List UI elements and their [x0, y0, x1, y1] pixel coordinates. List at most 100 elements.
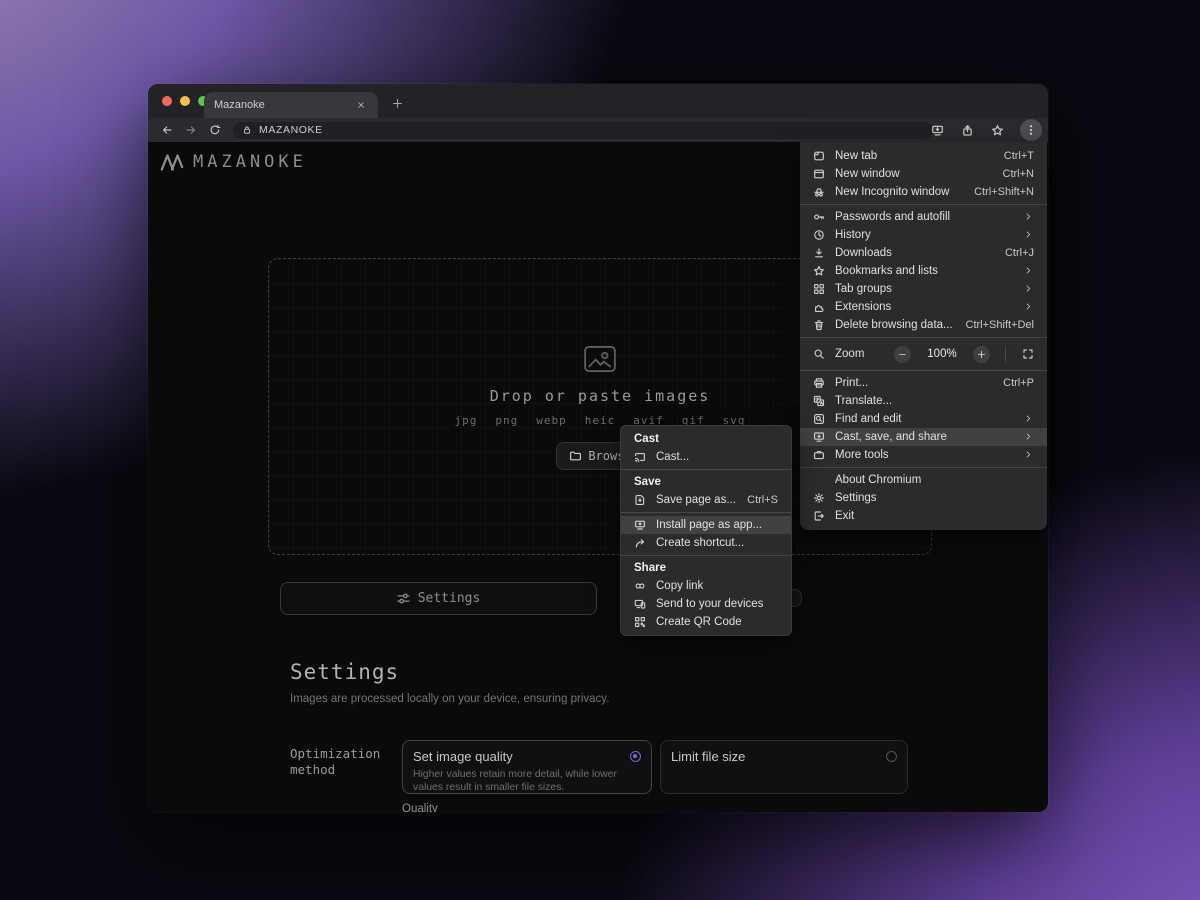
qr-icon: [633, 616, 646, 629]
menu-separator: [800, 467, 1047, 468]
submenu-section-header: Save: [621, 473, 791, 491]
mazanoke-logo-icon: [160, 154, 184, 171]
menu-item-label: About Chromium: [835, 474, 1034, 486]
menu-item-label: Exit: [835, 510, 1034, 522]
menu-item-delete-browsing-data[interactable]: Delete browsing data...Ctrl+Shift+Del: [800, 316, 1047, 334]
menu-item-label: New window: [835, 168, 993, 180]
zoom-divider: [1005, 346, 1006, 362]
link-icon: [633, 580, 646, 593]
settings-toggle-label: Settings: [418, 591, 481, 606]
more-tools-icon: [812, 449, 825, 462]
menu-item-more-tools[interactable]: More tools: [800, 446, 1047, 464]
download-icon: [812, 247, 825, 260]
menu-item-shortcut: Ctrl+J: [1005, 247, 1034, 259]
toolbar-actions: [930, 118, 1042, 142]
menu-item-downloads[interactable]: Downloads Ctrl+J: [800, 244, 1047, 262]
star-icon: [812, 265, 825, 278]
menu-item-label: Delete browsing data...: [835, 319, 956, 331]
browser-toolbar: MAZANOKE: [148, 118, 1048, 142]
settings-subtitle: Images are processed locally on your dev…: [290, 693, 609, 705]
menu-item-cast-save-and-share[interactable]: Cast, save, and share: [800, 428, 1047, 446]
menu-item-shortcut: Ctrl+S: [747, 494, 778, 506]
share-icon[interactable]: [960, 123, 975, 138]
menu-item-label: Settings: [835, 492, 1034, 504]
site-logo: MAZANOKE: [160, 152, 307, 172]
menu-item-label: Cast...: [656, 451, 778, 463]
address-bar[interactable]: MAZANOKE: [233, 122, 933, 139]
forward-button[interactable]: [183, 123, 198, 138]
brand-name: MAZANOKE: [193, 152, 307, 172]
menu-item-new-incognito-window[interactable]: New Incognito windowCtrl+Shift+N: [800, 183, 1047, 201]
menu-item-find-and-edit[interactable]: Find and edit: [800, 410, 1047, 428]
menu-item-history[interactable]: History: [800, 226, 1047, 244]
fullscreen-icon[interactable]: [1021, 348, 1034, 361]
install-app-icon[interactable]: [930, 123, 945, 138]
menu-item-passwords-and-autofill[interactable]: Passwords and autofill: [800, 208, 1047, 226]
option-card-set-image-quality[interactable]: Set image qualityHigher values retain mo…: [402, 740, 652, 794]
minimize-window-button[interactable]: [180, 96, 190, 106]
blank-icon: [812, 474, 825, 487]
menu-item-label: Print...: [835, 377, 993, 389]
menu-item-extensions[interactable]: Extensions: [800, 298, 1047, 316]
menu-item-label: Create shortcut...: [656, 537, 778, 549]
bookmark-star-icon[interactable]: [990, 123, 1005, 138]
tab-close-icon[interactable]: [354, 98, 368, 112]
settings-toggle-button[interactable]: Settings: [280, 582, 597, 615]
cast-share-icon: [812, 431, 825, 444]
zoom-in-button[interactable]: [973, 346, 990, 363]
menu-item-send-to-your-devices[interactable]: Send to your devices: [621, 595, 791, 613]
menu-item-shortcut: Ctrl+P: [1003, 377, 1034, 389]
devices-icon: [633, 598, 646, 611]
optimization-method-label: Optimization method: [290, 746, 402, 779]
menu-item-create-shortcut[interactable]: Create shortcut...: [621, 534, 791, 552]
lock-icon[interactable]: [242, 125, 252, 135]
sliders-icon: [397, 592, 410, 605]
menu-item-translate[interactable]: Translate...: [800, 392, 1047, 410]
new-tab-button[interactable]: [388, 94, 406, 112]
format-chip: heic: [585, 414, 616, 427]
browser-menu-button[interactable]: [1020, 119, 1042, 141]
radio-selected[interactable]: [630, 751, 641, 762]
print-icon: [812, 377, 825, 390]
menu-item-copy-link[interactable]: Copy link: [621, 577, 791, 595]
menu-item-zoom[interactable]: Zoom100%: [800, 341, 1047, 367]
optimization-options: Set image qualityHigher values retain mo…: [402, 740, 908, 794]
menu-item-tab-groups[interactable]: Tab groups: [800, 280, 1047, 298]
menu-item-shortcut: Ctrl+T: [1004, 150, 1034, 162]
option-title: Set image quality: [413, 749, 513, 764]
menu-item-print[interactable]: Print... Ctrl+P: [800, 374, 1047, 392]
menu-item-exit[interactable]: Exit: [800, 507, 1047, 525]
menu-item-bookmarks-and-lists[interactable]: Bookmarks and lists: [800, 262, 1047, 280]
menu-item-save-page-as[interactable]: Save page as...Ctrl+S: [621, 491, 791, 509]
folder-icon: [568, 449, 581, 462]
menu-item-label: Cast, save, and share: [835, 431, 1014, 443]
menu-item-create-qr-code[interactable]: Create QR Code: [621, 613, 791, 631]
image-icon: [583, 344, 617, 379]
browser-tab[interactable]: Mazanoke: [204, 92, 378, 118]
cast-save-share-submenu: CastCast...SaveSave page as...Ctrl+SInst…: [620, 425, 792, 636]
radio-unselected[interactable]: [886, 751, 897, 762]
tab-title: Mazanoke: [214, 99, 354, 111]
reload-button[interactable]: [207, 123, 222, 138]
option-card-limit-file-size[interactable]: Limit file size: [660, 740, 908, 794]
menu-separator: [800, 204, 1047, 205]
menu-item-new-tab[interactable]: New tabCtrl+T: [800, 147, 1047, 165]
menu-item-label: Bookmarks and lists: [835, 265, 1014, 277]
menu-item-about-chromium[interactable]: About Chromium: [800, 471, 1047, 489]
chevron-right-icon: [1024, 450, 1034, 460]
chevron-right-icon: [1024, 432, 1034, 442]
menu-item-new-window[interactable]: New windowCtrl+N: [800, 165, 1047, 183]
quality-label: Quality: [402, 803, 438, 812]
menu-item-label: Tab groups: [835, 283, 1014, 295]
close-window-button[interactable]: [162, 96, 172, 106]
install-icon: [633, 519, 646, 532]
chevron-right-icon: [1024, 212, 1034, 222]
menu-item-label: Downloads: [835, 247, 995, 259]
history-icon: [812, 229, 825, 242]
menu-item-label: Zoom: [835, 348, 884, 360]
menu-item-settings[interactable]: Settings: [800, 489, 1047, 507]
zoom-out-button[interactable]: [894, 346, 911, 363]
menu-item-install-page-as-app[interactable]: Install page as app...: [621, 516, 791, 534]
menu-item-cast[interactable]: Cast...: [621, 448, 791, 466]
back-button[interactable]: [159, 123, 174, 138]
